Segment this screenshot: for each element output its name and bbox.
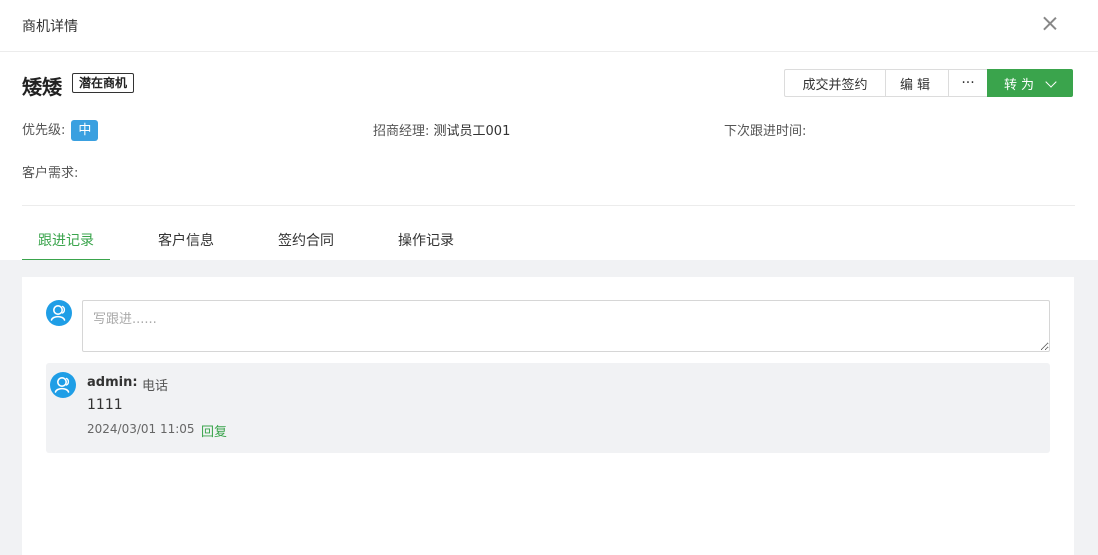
next-follow-label: 下次跟进时间: xyxy=(724,124,807,139)
divider xyxy=(22,205,1075,206)
record-avatar-icon xyxy=(50,372,76,398)
tab-operation-log[interactable]: 操作记录 xyxy=(382,222,470,260)
manager-field: 招商经理: 测试员工001 xyxy=(373,120,510,139)
record-type: 电话 xyxy=(142,379,169,394)
follow-input[interactable] xyxy=(82,300,1050,352)
chevron-down-icon xyxy=(1046,78,1056,88)
tab-follow-records[interactable]: 跟进记录 xyxy=(22,222,110,261)
record-content: 1111 xyxy=(87,397,123,413)
reply-link[interactable]: 回复 xyxy=(201,421,227,440)
priority-field: 优先级: 中 xyxy=(22,119,99,141)
convert-button[interactable]: 转为 xyxy=(987,69,1073,97)
more-button[interactable]: ··· xyxy=(948,69,988,97)
manager-value: 测试员工001 xyxy=(433,124,511,139)
tab-contracts[interactable]: 签约合同 xyxy=(262,222,350,260)
dialog-header: 商机详情 xyxy=(0,0,1098,52)
manager-label: 招商经理: xyxy=(373,124,430,139)
deal-and-sign-button[interactable]: 成交并签约 xyxy=(784,69,886,97)
dialog-title: 商机详情 xyxy=(22,19,78,35)
priority-badge: 中 xyxy=(71,120,99,141)
close-icon[interactable] xyxy=(1040,14,1060,34)
action-toolbar: 成交并签约 编辑 ··· 转为 xyxy=(784,69,1073,97)
tab-customer-info[interactable]: 客户信息 xyxy=(142,222,230,260)
record-time: 2024/03/01 11:05 xyxy=(87,422,195,436)
convert-label: 转为 xyxy=(1003,77,1038,93)
status-badge: 潜在商机 xyxy=(72,73,135,93)
record-user: admin: xyxy=(87,375,138,390)
follow-record: admin: 电话 1111 2024/03/01 11:05 回复 xyxy=(46,363,1050,453)
need-field: 客户需求: xyxy=(22,162,78,181)
user-avatar-icon xyxy=(46,300,72,326)
tab-bar: 跟进记录 客户信息 签约合同 操作记录 xyxy=(22,222,502,261)
priority-label: 优先级: xyxy=(22,123,66,138)
next-follow-field: 下次跟进时间: xyxy=(724,120,806,139)
edit-button[interactable]: 编辑 xyxy=(885,69,949,97)
need-label: 客户需求: xyxy=(22,166,79,181)
opportunity-name: 矮矮 xyxy=(22,75,62,99)
